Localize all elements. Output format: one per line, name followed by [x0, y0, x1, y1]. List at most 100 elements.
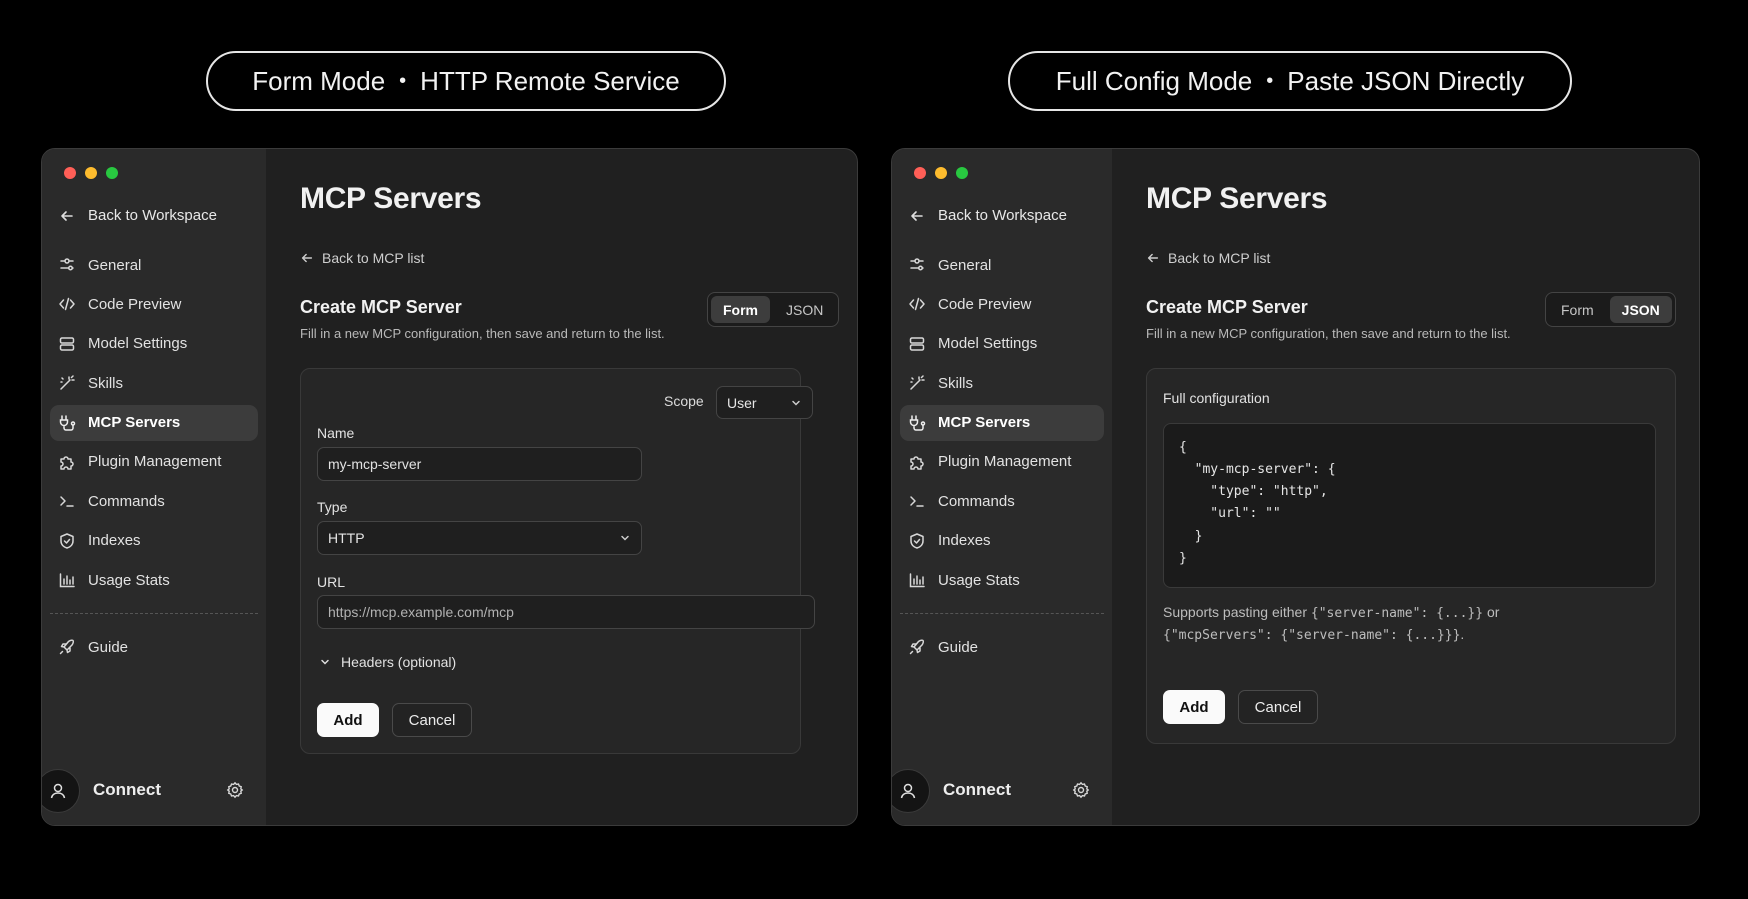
maximize-window-button[interactable]: [106, 167, 118, 179]
sidebar-item-code-preview[interactable]: Code Preview: [50, 286, 258, 322]
code-line: "url": "": [1179, 506, 1281, 521]
sidebar-item-skills[interactable]: Skills: [50, 365, 258, 401]
sidebar-item-plugin-management[interactable]: Plugin Management: [50, 444, 258, 480]
close-window-button[interactable]: [914, 167, 926, 179]
mode-toggle: Form JSON: [707, 292, 840, 327]
back-to-mcp-list-link[interactable]: Back to MCP list: [1146, 250, 1270, 266]
sidebar: Back to Workspace General Code Preview M…: [42, 149, 266, 825]
chevron-down-icon: [621, 535, 629, 541]
arrow-left-icon: [911, 210, 923, 221]
sidebar-item-label: Indexes: [938, 532, 991, 550]
sidebar-item-label: Code Preview: [938, 295, 1032, 313]
magic-wand-icon: [910, 375, 925, 390]
shield-icon: [910, 532, 924, 549]
section-title: Create MCP Server: [1146, 297, 1308, 317]
tab-json[interactable]: JSON: [774, 296, 835, 323]
type-value: HTTP: [328, 530, 365, 546]
cancel-button[interactable]: Cancel: [392, 703, 472, 737]
window-json-mode: Back to Workspace General Code Preview M…: [891, 148, 1700, 826]
server-icon: [59, 337, 75, 351]
headers-label: Headers (optional): [341, 654, 457, 670]
sidebar-divider: [50, 613, 258, 614]
sidebar-item-label: Usage Stats: [88, 571, 170, 589]
scope-label: Scope: [664, 393, 704, 409]
rocket-icon: [909, 639, 925, 655]
code-line: }: [1179, 529, 1203, 544]
tab-json[interactable]: JSON: [1609, 296, 1672, 323]
sidebar-item-indexes[interactable]: Indexes: [50, 523, 258, 559]
nav-list: General Code Preview Model Settings Skil…: [900, 247, 1104, 602]
back-to-workspace-label: Back to Workspace: [938, 207, 1067, 224]
minimize-window-button[interactable]: [85, 167, 97, 179]
avatar[interactable]: [42, 769, 80, 813]
tab-form[interactable]: Form: [711, 296, 770, 323]
puzzle-icon: [60, 456, 74, 470]
minimize-window-button[interactable]: [935, 167, 947, 179]
headers-toggle[interactable]: Headers (optional): [319, 654, 456, 670]
section-title: Create MCP Server: [300, 297, 462, 317]
main-panel: MCP Servers Back to MCP list Create MCP …: [1112, 149, 1699, 825]
sidebar-item-plugin-management[interactable]: Plugin Management: [900, 444, 1104, 480]
scope-select[interactable]: User: [716, 386, 813, 419]
plug-icon: [909, 414, 926, 431]
note-text: .: [1460, 626, 1465, 642]
sliders-icon: [60, 258, 74, 271]
type-label: Type: [317, 499, 348, 515]
sidebar-item-usage-stats[interactable]: Usage Stats: [50, 562, 258, 598]
sidebar-item-indexes[interactable]: Indexes: [900, 523, 1104, 559]
sidebar-item-label: Skills: [88, 374, 124, 392]
section-description: Fill in a new MCP configuration, then sa…: [1146, 326, 1511, 341]
connect-label[interactable]: Connect: [943, 780, 1011, 800]
url-input[interactable]: https://mcp.example.com/mcp: [317, 595, 815, 629]
back-to-mcp-list-link[interactable]: Back to MCP list: [300, 250, 424, 266]
avatar[interactable]: [892, 769, 930, 813]
close-window-button[interactable]: [64, 167, 76, 179]
note-code: {"server-name": {...}}: [1310, 606, 1484, 621]
caption-mode: Form Mode: [252, 65, 386, 96]
window-controls: [914, 167, 968, 179]
tab-form[interactable]: Form: [1549, 296, 1606, 323]
sidebar-divider: [900, 613, 1104, 614]
sidebar-item-code-preview[interactable]: Code Preview: [900, 286, 1104, 322]
add-button[interactable]: Add: [1163, 690, 1225, 724]
sidebar-item-guide[interactable]: Guide: [908, 629, 978, 665]
page-title: MCP Servers: [300, 182, 482, 215]
sidebar-item-commands[interactable]: Commands: [900, 483, 1104, 519]
arrow-left-icon: [61, 210, 73, 221]
caption-desc: HTTP Remote Service: [420, 65, 680, 96]
sidebar-item-skills[interactable]: Skills: [900, 365, 1104, 401]
maximize-window-button[interactable]: [956, 167, 968, 179]
back-to-workspace-link[interactable]: Back to Workspace: [58, 207, 217, 224]
back-to-workspace-link[interactable]: Back to Workspace: [908, 207, 1067, 224]
code-icon: [59, 298, 75, 311]
note-code: {"mcpServers": {"server-name": {...}}}: [1163, 628, 1461, 643]
sidebar-item-label: General: [938, 256, 992, 274]
sidebar-item-label: Commands: [938, 492, 1015, 510]
json-config-editor[interactable]: { "my-mcp-server": { "type": "http", "ur…: [1163, 423, 1656, 588]
cancel-button[interactable]: Cancel: [1238, 690, 1318, 724]
gear-icon[interactable]: [1072, 781, 1090, 799]
sidebar-item-model-settings[interactable]: Model Settings: [900, 326, 1104, 362]
note-text: or: [1483, 604, 1500, 620]
add-button[interactable]: Add: [317, 703, 379, 737]
gear-icon[interactable]: [226, 781, 244, 799]
sidebar-item-general[interactable]: General: [900, 247, 1104, 283]
sidebar-item-usage-stats[interactable]: Usage Stats: [900, 562, 1104, 598]
name-input[interactable]: my-mcp-server: [317, 447, 642, 481]
bar-chart-icon: [909, 573, 925, 588]
sidebar-item-mcp-servers[interactable]: MCP Servers: [50, 404, 258, 441]
connect-label[interactable]: Connect: [93, 780, 161, 800]
sidebar-item-general[interactable]: General: [50, 247, 258, 283]
sidebar-item-mcp-servers[interactable]: MCP Servers: [900, 404, 1104, 441]
code-icon: [909, 298, 925, 311]
sliders-icon: [910, 258, 924, 271]
sidebar-item-label: Skills: [938, 374, 974, 392]
sidebar-item-model-settings[interactable]: Model Settings: [50, 326, 258, 362]
caption-desc: Paste JSON Directly: [1287, 65, 1525, 96]
sidebar-item-label: Commands: [88, 492, 165, 510]
page-title: MCP Servers: [1146, 182, 1328, 215]
type-select[interactable]: HTTP: [317, 521, 642, 555]
sidebar-item-commands[interactable]: Commands: [50, 483, 258, 519]
sidebar-item-label: Usage Stats: [938, 571, 1020, 589]
sidebar-item-guide[interactable]: Guide: [58, 629, 128, 665]
